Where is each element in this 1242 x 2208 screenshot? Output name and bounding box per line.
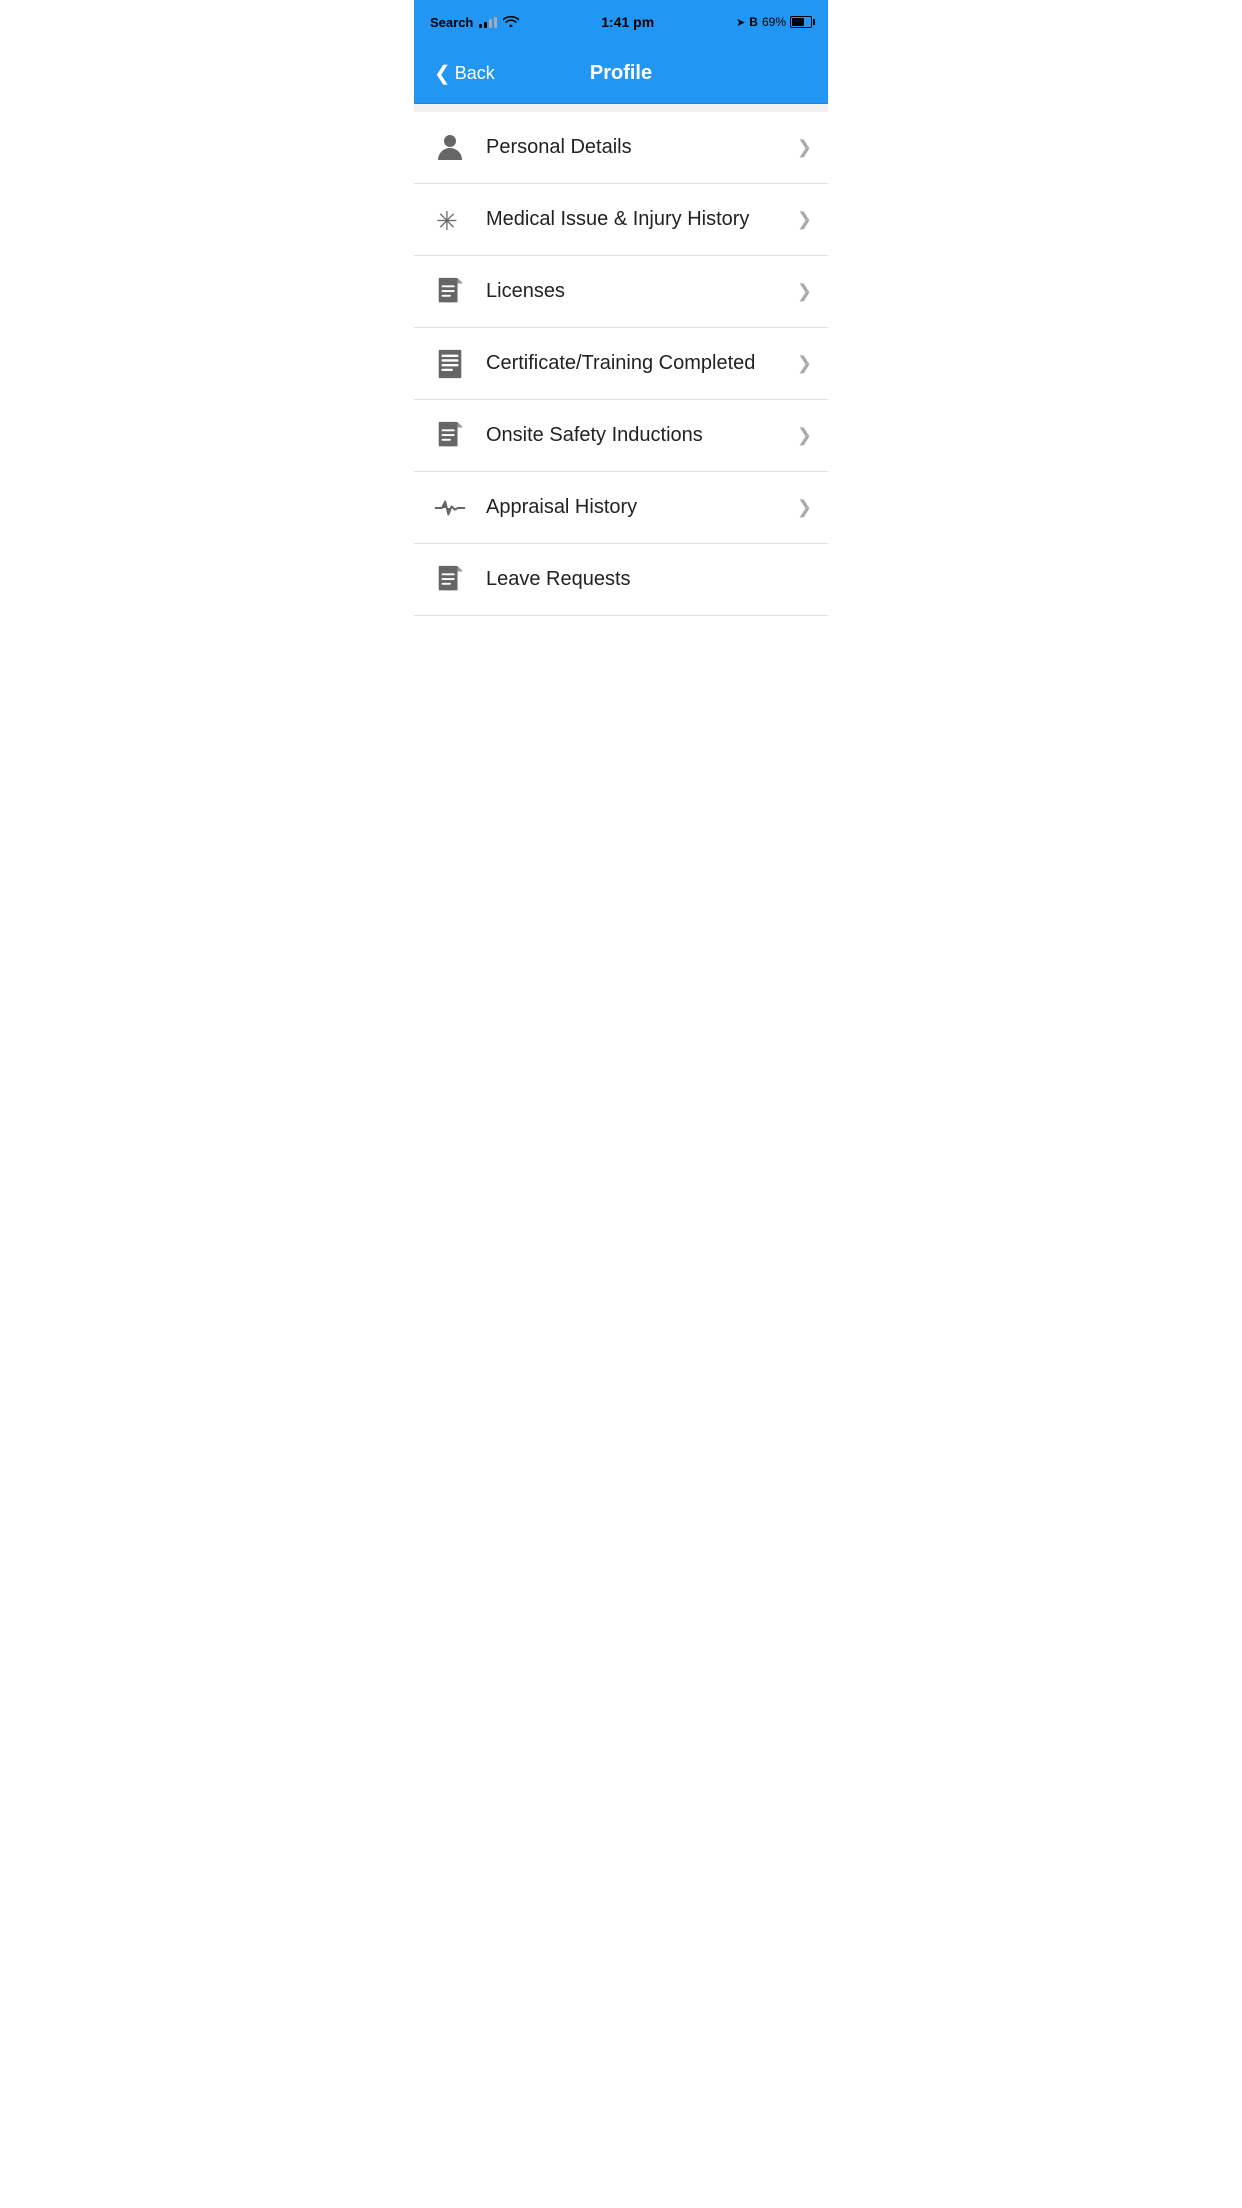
- signal-bar-4: [494, 17, 497, 28]
- battery-percent: 69%: [762, 15, 786, 29]
- menu-item-medical-issue[interactable]: ✳ Medical Issue & Injury History ❯: [414, 184, 828, 256]
- chevron-right-icon-personal: ❯: [797, 137, 812, 158]
- menu-item-certificate-training[interactable]: Certificate/Training Completed ❯: [414, 328, 828, 400]
- list-document-icon: [430, 344, 470, 384]
- signal-bars: [479, 16, 497, 28]
- wifi-icon: [503, 14, 519, 30]
- battery-fill: [792, 18, 804, 26]
- menu-label-certificate: Certificate/Training Completed: [486, 352, 797, 375]
- battery-icon: [790, 16, 812, 28]
- back-button[interactable]: ❮ Back: [426, 53, 503, 94]
- person-icon: [430, 128, 470, 168]
- status-bar: Search 1:41 pm ➤ B 69%: [414, 0, 828, 44]
- menu-label-onsite-safety: Onsite Safety Inductions: [486, 424, 797, 447]
- licenses-document-icon: [430, 272, 470, 312]
- signal-bar-1: [479, 24, 482, 28]
- chevron-right-icon-appraisal: ❯: [797, 497, 812, 518]
- signal-bar-3: [489, 19, 492, 28]
- chevron-right-icon-certificate: ❯: [797, 353, 812, 374]
- location-icon: ➤: [736, 16, 745, 29]
- menu-list: Personal Details ❯ ✳ Medical Issue & Inj…: [414, 112, 828, 616]
- menu-item-appraisal-history[interactable]: Appraisal History ❯: [414, 472, 828, 544]
- menu-label-leave-requests: Leave Requests: [486, 568, 812, 591]
- chevron-right-icon-licenses: ❯: [797, 281, 812, 302]
- leave-document-icon: [430, 560, 470, 600]
- menu-item-leave-requests[interactable]: Leave Requests: [414, 544, 828, 616]
- menu-item-personal-details[interactable]: Personal Details ❯: [414, 112, 828, 184]
- pulse-icon: [430, 488, 470, 528]
- bluetooth-icon: B: [749, 15, 758, 29]
- menu-label-appraisal: Appraisal History: [486, 496, 797, 519]
- separator: [414, 104, 828, 112]
- back-label: Back: [455, 63, 495, 84]
- menu-item-onsite-safety[interactable]: Onsite Safety Inductions ❯: [414, 400, 828, 472]
- back-chevron-icon: ❮: [434, 61, 451, 86]
- nav-bar: ❮ Back Profile: [414, 44, 828, 104]
- page-title: Profile: [590, 62, 652, 85]
- signal-bar-2: [484, 22, 487, 28]
- menu-item-licenses[interactable]: Licenses ❯: [414, 256, 828, 328]
- menu-label-personal-details: Personal Details: [486, 136, 797, 159]
- svg-text:✳: ✳: [436, 207, 458, 236]
- safety-document-icon: [430, 416, 470, 456]
- menu-label-medical: Medical Issue & Injury History: [486, 208, 797, 231]
- status-time: 1:41 pm: [601, 14, 654, 30]
- menu-label-licenses: Licenses: [486, 280, 797, 303]
- chevron-right-icon-onsite: ❯: [797, 425, 812, 446]
- medical-icon: ✳: [430, 200, 470, 240]
- app-name: Search: [430, 15, 473, 30]
- status-right: ➤ B 69%: [736, 15, 812, 29]
- chevron-right-icon-medical: ❯: [797, 209, 812, 230]
- status-left: Search: [430, 14, 519, 30]
